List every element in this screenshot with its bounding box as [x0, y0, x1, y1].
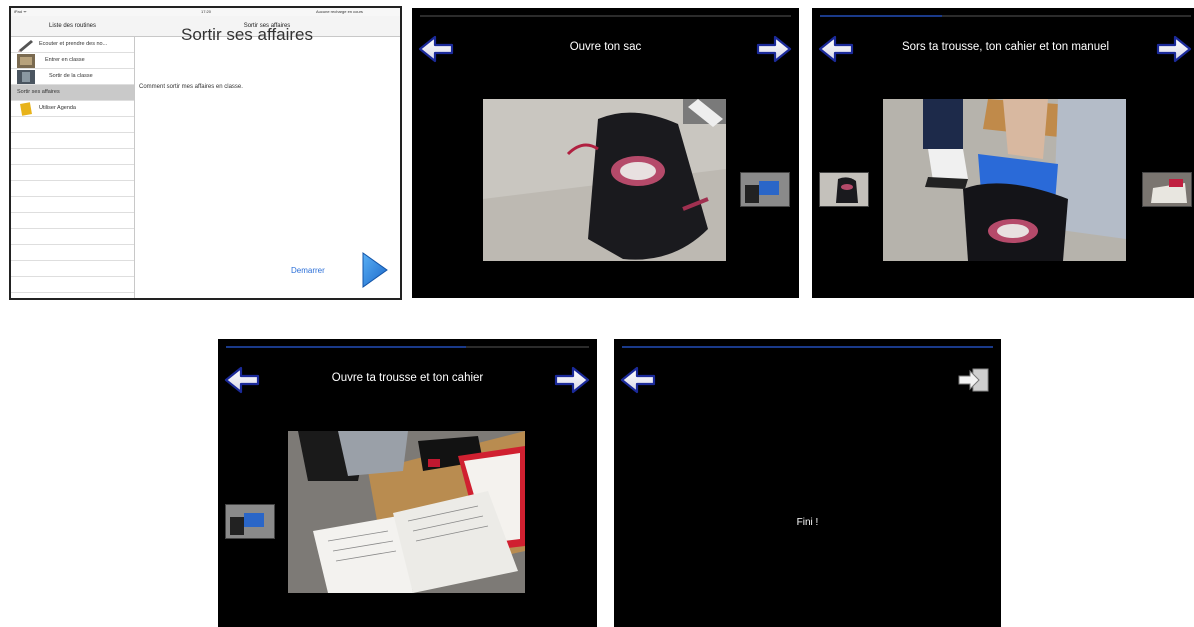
play-icon[interactable]: [361, 251, 389, 289]
previous-slide-thumbnail[interactable]: [225, 504, 275, 539]
list-item[interactable]: Ecouter et prendre des no...: [11, 37, 134, 53]
photo-thumbnail: [17, 70, 35, 84]
list-item-empty: [11, 277, 134, 293]
list-item[interactable]: Sortir de la classe: [11, 69, 134, 85]
slide-title: Sors ta trousse, ton cahier et ton manue…: [901, 41, 1110, 53]
backpack-photo: [483, 99, 726, 261]
list-item-empty: [11, 117, 134, 133]
slide-title: Ouvre ton sac: [569, 41, 642, 53]
list-item-selected[interactable]: Sortir ses affaires: [11, 85, 134, 101]
slide-take-out: Sors ta trousse, ton cahier et ton manue…: [812, 8, 1194, 298]
photo-thumbnail: [17, 54, 35, 68]
pencil-case-photo: [288, 431, 525, 593]
list-item-empty: [11, 181, 134, 197]
next-slide-thumbnail[interactable]: [740, 172, 790, 207]
sidebar-navbar: Liste des routines: [11, 16, 134, 37]
sidebar-title: Liste des routines: [48, 23, 97, 29]
list-item-empty: [11, 213, 134, 229]
take-out-photo: [883, 99, 1126, 261]
list-item-empty: [11, 229, 134, 245]
start-link[interactable]: Demarrer: [291, 266, 325, 275]
end-message: Fini !: [796, 517, 819, 528]
forward-arrow-icon[interactable]: [756, 34, 792, 64]
progress-bar: [820, 15, 1191, 17]
next-slide-thumbnail[interactable]: [1142, 172, 1192, 207]
list-item-label: Utiliser Agenda: [39, 105, 76, 111]
list-item-empty: [11, 197, 134, 213]
progress-bar: [420, 15, 791, 17]
back-arrow-icon[interactable]: [620, 365, 656, 395]
forward-arrow-icon[interactable]: [1156, 34, 1192, 64]
detail-subtitle: Comment sortir mes affaires en classe.: [139, 84, 243, 90]
status-bar: iPad ᯤ 17:20 Aucune recharge en cours: [11, 8, 400, 16]
forward-arrow-icon[interactable]: [554, 365, 590, 395]
list-item-empty: [11, 245, 134, 261]
previous-slide-thumbnail[interactable]: [819, 172, 869, 207]
list-item-empty: [11, 149, 134, 165]
slide-finished: Fini !: [614, 339, 1001, 627]
exit-icon[interactable]: [957, 366, 991, 394]
slide-open-bag: Ouvre ton sac: [412, 8, 799, 298]
list-item[interactable]: Utiliser Agenda: [11, 101, 134, 117]
list-item-label: Ecouter et prendre des no...: [39, 41, 108, 47]
list-item[interactable]: Entrer en classe: [11, 53, 134, 69]
ipad-routine-screen: iPad ᯤ 17:20 Aucune recharge en cours Li…: [9, 6, 402, 300]
status-time: 17:20: [201, 9, 212, 14]
list-item-label: Sortir de la classe: [49, 73, 93, 79]
detail-title: Sortir ses affaires: [181, 25, 313, 44]
agenda-icon: [20, 102, 32, 116]
slide-title: Ouvre ta trousse et ton cahier: [331, 372, 484, 384]
list-item-label: Entrer en classe: [45, 57, 85, 63]
status-battery-text: Aucune recharge en cours: [316, 9, 363, 14]
list-item-empty: [11, 261, 134, 277]
pencil-icon: [18, 40, 33, 52]
progress-bar: [622, 346, 993, 348]
progress-bar: [226, 346, 589, 348]
slide-open-pencil-case: Ouvre ta trousse et ton cahier: [218, 339, 597, 627]
list-item-empty: [11, 133, 134, 149]
list-item-label: Sortir ses affaires: [17, 89, 60, 95]
list-item-empty: [11, 165, 134, 181]
status-carrier: iPad ᯤ: [14, 9, 27, 14]
routine-list: Ecouter et prendre des no... Entrer en c…: [11, 37, 135, 298]
